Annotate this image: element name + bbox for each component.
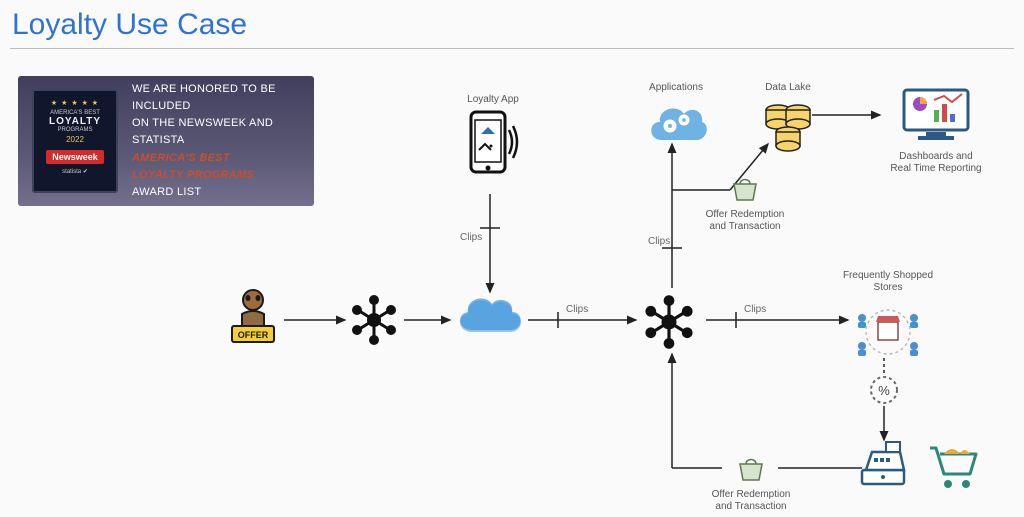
person-offer-icon: OFFER — [226, 286, 280, 346]
applications-label: Applications — [636, 82, 716, 94]
edge-label-clips-app: Clips — [460, 232, 482, 243]
edge-label-clips-up: Clips — [648, 236, 670, 247]
store-users-icon — [848, 298, 928, 364]
svg-text:OFFER: OFFER — [238, 330, 269, 340]
offer-redemption-bottom-node: Offer Redemption and Transaction — [696, 456, 806, 513]
dashboard-monitor-icon — [900, 86, 972, 144]
database-icon — [756, 98, 820, 154]
loyalty-app-node: Loyalty App — [458, 90, 528, 185]
kafka-icon-1 — [348, 292, 400, 351]
cash-register-node — [856, 440, 910, 493]
applications-node: Applications — [636, 78, 716, 151]
page-title: Loyalty Use Case — [0, 0, 1024, 48]
data-lake-label: Data Lake — [748, 82, 828, 94]
cloud-icon — [452, 288, 526, 342]
kafka-icon-2 — [640, 292, 698, 355]
percent-node: % — [868, 374, 900, 409]
kafka-icon — [640, 292, 698, 352]
cloud-gears-icon — [644, 98, 708, 148]
shopping-bag-icon — [730, 176, 760, 202]
svg-text:%: % — [878, 383, 890, 398]
data-lake-node: Data Lake — [748, 78, 828, 157]
edge-label-clips-mid: Clips — [566, 304, 588, 315]
cloud-node — [452, 288, 526, 345]
freq-stores-node: Frequently Shopped Stores — [838, 266, 938, 367]
cash-register-icon — [856, 440, 910, 490]
dashboards-node: Dashboards and Real Time Reporting — [876, 86, 996, 175]
kafka-icon — [348, 292, 400, 348]
percent-icon: % — [868, 374, 900, 406]
loyalty-app-label: Loyalty App — [458, 94, 528, 106]
offer-redemption-bottom-label: Offer Redemption and Transaction — [696, 489, 806, 513]
offer-redemption-top-node: Offer Redemption and Transaction — [690, 176, 800, 233]
freq-stores-label: Frequently Shopped Stores — [838, 270, 938, 294]
shopping-bag-icon — [736, 456, 766, 482]
dashboards-label: Dashboards and Real Time Reporting — [876, 151, 996, 175]
title-divider — [10, 48, 1014, 49]
edge-label-clips-right: Clips — [744, 304, 766, 315]
offer-redemption-top-label: Offer Redemption and Transaction — [690, 209, 800, 233]
cart-node — [924, 442, 982, 495]
shopping-cart-icon — [924, 442, 982, 492]
offer-person-node: OFFER — [218, 286, 288, 349]
phone-icon — [461, 110, 525, 182]
diagram: OFFER — [0, 60, 1024, 517]
